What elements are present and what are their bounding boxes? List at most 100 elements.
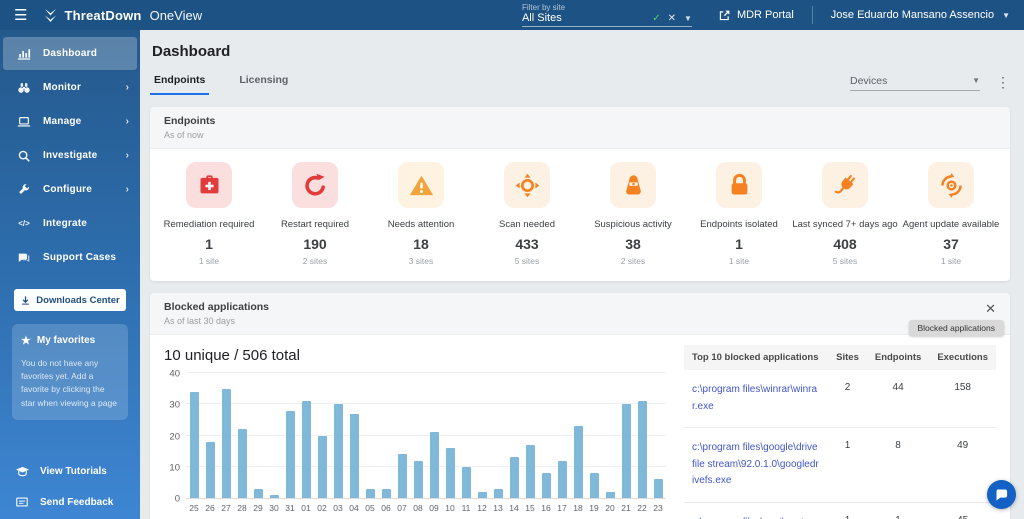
blocked-app-link[interactable]: c:\program files\google\drive file strea… [692, 442, 819, 486]
sidebar-item-manage[interactable]: Manage › [3, 105, 137, 138]
chart-bar[interactable] [477, 491, 487, 498]
chart-bar[interactable] [333, 404, 343, 498]
tile-agent-update-available[interactable]: Agent update available 37 1 site [898, 162, 1004, 266]
blocked-app-link[interactable]: c:\program files\winrar\winrar.exe [692, 384, 817, 412]
sidebar-item-dashboard[interactable]: Dashboard [3, 37, 137, 70]
more-options-icon[interactable]: ⋮ [996, 74, 1010, 91]
send-feedback-link[interactable]: Send Feedback [0, 487, 140, 517]
chart-bar[interactable] [269, 494, 279, 498]
tile-needs-attention[interactable]: Needs attention 18 3 sites [368, 162, 474, 266]
chart-bar[interactable] [285, 410, 295, 498]
user-menu[interactable]: Jose Eduardo Mansano Assencio ▼ [831, 9, 1010, 21]
chart-bar[interactable] [205, 441, 215, 498]
sidebar-item-monitor[interactable]: Monitor › [3, 71, 137, 104]
sites-value: 1 [828, 427, 867, 503]
blocked-applications-card: Blocked applications As of last 30 days … [150, 293, 1010, 519]
tile-suspicious-activity[interactable]: Suspicious activity 38 2 sites [580, 162, 686, 266]
warning-icon [398, 162, 444, 208]
chart-bar[interactable] [349, 413, 359, 498]
chevron-right-icon: › [125, 150, 129, 161]
x-axis-label: 25 [189, 503, 199, 513]
plug-icon [822, 162, 868, 208]
chart-y-axis: 0 10 20 30 40 [162, 369, 186, 505]
chart-bar[interactable] [253, 488, 263, 498]
chart-bar[interactable] [301, 401, 311, 498]
sidebar-item-support-cases[interactable]: Support Cases [3, 241, 137, 274]
sidebar-item-investigate[interactable]: Investigate › [3, 139, 137, 172]
table-row: c:\program files\eset\eset security\equi… [684, 502, 996, 519]
tile-remediation-required[interactable]: Remediation required 1 1 site [156, 162, 262, 266]
endpoints-value: 8 [866, 427, 930, 503]
x-axis-label: 07 [397, 503, 407, 513]
devices-dropdown[interactable]: Devices ▼ [850, 75, 980, 91]
chart-bar[interactable] [573, 426, 583, 498]
chart-bar[interactable] [397, 454, 407, 498]
tile-sites-count: 1 site [940, 256, 962, 266]
close-icon[interactable]: ✕ [985, 302, 996, 315]
sidebar-item-label: Configure [43, 184, 93, 195]
chart-bar[interactable] [381, 488, 391, 498]
chart-bar[interactable] [653, 479, 663, 498]
binoculars-icon [16, 81, 32, 95]
chart-bar[interactable] [509, 457, 519, 498]
chart-bar[interactable] [237, 429, 247, 498]
chart-bar[interactable] [317, 435, 327, 498]
y-axis-tick: 0 [174, 493, 180, 505]
sidebar-footer: View Tutorials Send Feedback [0, 456, 140, 519]
y-axis-tick: 10 [169, 462, 180, 474]
chart-bar[interactable] [365, 488, 375, 498]
double-chevron-logo-icon [45, 8, 57, 22]
tile-scan-needed[interactable]: Scan needed 433 5 sites [474, 162, 580, 266]
sidebar-item-integrate[interactable]: </> Integrate [3, 207, 137, 240]
x-axis-label: 21 [621, 503, 631, 513]
view-tutorials-link[interactable]: View Tutorials [0, 456, 140, 487]
tab-endpoints[interactable]: Endpoints [150, 74, 210, 95]
scan-icon [504, 162, 550, 208]
chart-bar[interactable] [445, 448, 455, 498]
x-axis-label: 14 [509, 503, 519, 513]
sidebar-footer-label: View Tutorials [40, 466, 107, 477]
y-axis-tick: 30 [169, 399, 180, 411]
sidebar-nav: Dashboard Monitor › Manage › Investigate › Conf… [0, 36, 140, 275]
chart-bar[interactable] [189, 391, 199, 498]
chart-bar[interactable] [413, 460, 423, 498]
tile-restart-required[interactable]: Restart required 190 2 sites [262, 162, 368, 266]
tile-last-synced-7-days-ago[interactable]: Last synced 7+ days ago 408 5 sites [792, 162, 898, 266]
sidebar-item-label: Integrate [43, 218, 88, 229]
site-filter[interactable]: Filter by site All Sites ✓ ✕ ▼ [521, 3, 692, 27]
chart-bar[interactable] [541, 473, 551, 498]
clear-filter-icon[interactable]: ✕ [668, 13, 676, 24]
sidebar-item-configure[interactable]: Configure › [3, 173, 137, 206]
chart-bar[interactable] [621, 404, 631, 498]
x-axis-label: 01 [301, 503, 311, 513]
mdr-portal-label: MDR Portal [736, 9, 794, 21]
hamburger-menu-icon[interactable]: ☰ [14, 8, 27, 23]
chart-bar[interactable] [605, 491, 615, 498]
site-filter-value[interactable]: All Sites [522, 12, 652, 24]
chart-bar[interactable] [557, 460, 567, 498]
chart-bar[interactable] [221, 388, 231, 498]
topbar: ☰ ThreatDown OneView Filter by site All … [0, 0, 1024, 30]
brand-name: ThreatDown [64, 7, 142, 23]
tile-value: 1 [205, 236, 213, 252]
wrench-icon [16, 183, 32, 197]
check-icon: ✓ [652, 12, 661, 24]
tab-licensing[interactable]: Licensing [235, 74, 292, 95]
chart-bar[interactable] [429, 432, 439, 498]
sites-value: 1 [828, 502, 867, 519]
chat-widget-button[interactable] [987, 480, 1016, 509]
chart-bar[interactable] [493, 488, 503, 498]
chat-icon [16, 251, 32, 265]
tile-endpoints-isolated[interactable]: Endpoints isolated 1 1 site [686, 162, 792, 266]
downloads-center-button[interactable]: Downloads Center [14, 289, 126, 311]
chevron-down-icon[interactable]: ▼ [684, 14, 692, 23]
endpoints-value: 44 [866, 370, 930, 428]
endpoints-card-title: Endpoints [164, 115, 216, 127]
product-name: OneView [149, 7, 203, 23]
chart-bar[interactable] [461, 466, 471, 498]
chart-bar[interactable] [637, 401, 647, 498]
chart-bar[interactable] [525, 444, 535, 498]
chart-bar[interactable] [589, 473, 599, 498]
lock-icon [716, 162, 762, 208]
mdr-portal-link[interactable]: MDR Portal [718, 9, 794, 22]
